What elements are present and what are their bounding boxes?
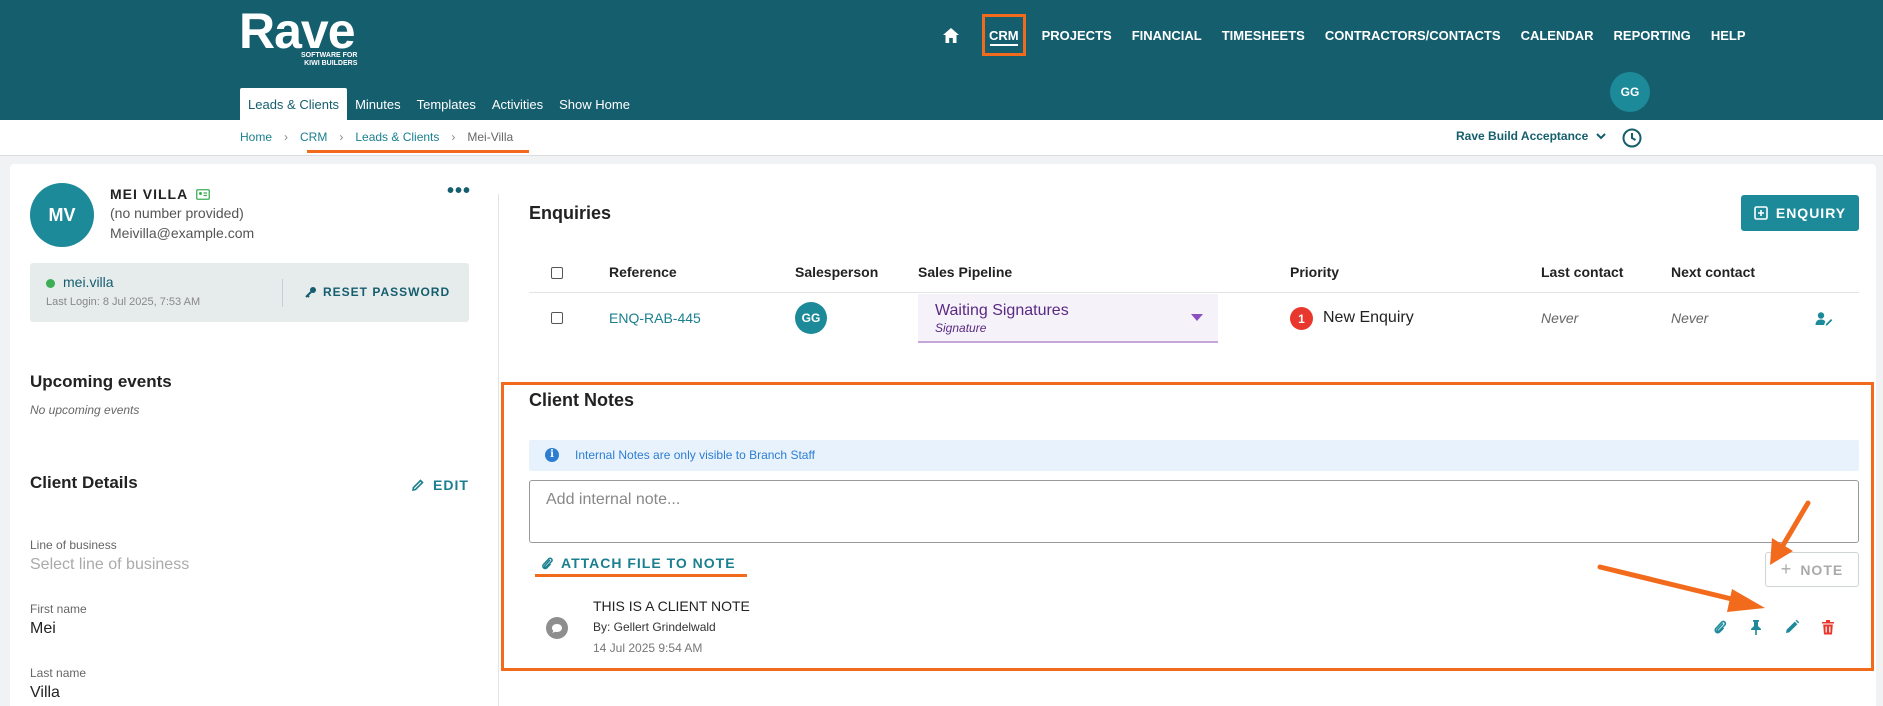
client-phone: (no number provided) (110, 205, 244, 221)
priority-badge: 1 (1290, 307, 1313, 330)
last-name-value: Villa (30, 684, 60, 701)
id-card-icon (196, 188, 211, 200)
sub-nav: Leads & Clients Minutes Templates Activi… (240, 88, 638, 120)
nav-financial[interactable]: FINANCIAL (1122, 14, 1212, 56)
breadcrumb: Home › CRM › Leads & Clients › Mei-Villa (240, 130, 513, 144)
col-reference[interactable]: Reference (609, 264, 677, 280)
attach-highlight (535, 574, 747, 577)
field-label-line-of-business: Line of business (30, 538, 117, 552)
priority-label: New Enquiry (1323, 309, 1414, 326)
user-avatar[interactable]: GG (1610, 72, 1650, 112)
row-checkbox[interactable] (551, 312, 563, 324)
login-info-box: mei.villa Last Login: 8 Jul 2025, 7:53 A… (30, 263, 469, 322)
client-username: mei.villa (63, 274, 114, 290)
company-selector[interactable]: Rave Build Acceptance (1456, 129, 1606, 143)
next-contact-value: Never (1671, 310, 1709, 326)
notes-info-banner: i Internal Notes are only visible to Bra… (529, 440, 1859, 471)
add-enquiry-button[interactable]: ENQUIRY (1741, 195, 1859, 231)
breadcrumb-crm[interactable]: CRM (300, 130, 327, 144)
select-all-checkbox[interactable] (551, 267, 563, 279)
subnav-leads-clients[interactable]: Leads & Clients (240, 88, 348, 120)
line-of-business-select[interactable]: Select line of business (30, 556, 189, 574)
last-contact-value: Never (1541, 310, 1579, 326)
client-notes-title: Client Notes (529, 390, 635, 410)
key-icon (305, 287, 316, 298)
attach-file-button[interactable]: ATTACH FILE TO NOTE (541, 555, 736, 571)
nav-projects[interactable]: PROJECTS (1032, 14, 1122, 56)
home-icon[interactable] (940, 24, 962, 46)
client-details-title: Client Details (30, 473, 138, 492)
subnav-activities[interactable]: Activities (484, 88, 551, 120)
edit-details-button[interactable]: EDIT (411, 477, 469, 493)
field-label-first-name: First name (30, 602, 87, 616)
pencil-icon (411, 479, 424, 492)
note-author: By: Gellert Grindelwald (593, 620, 716, 634)
comment-icon (546, 617, 568, 639)
rave-logo[interactable]: Rave SOFTWARE FOR KIWI BUILDERS (239, 6, 357, 67)
chevron-right-icon: › (451, 130, 456, 144)
nav-timesheets[interactable]: TIMESHEETS (1212, 14, 1315, 56)
history-clock-icon[interactable] (1621, 127, 1643, 149)
col-last-contact[interactable]: Last contact (1541, 264, 1623, 280)
annotation-arrows (1597, 500, 1811, 612)
upcoming-events-title: Upcoming events (30, 372, 172, 391)
main-nav: CRM PROJECTS FINANCIAL TIMESHEETS CONTRA… (940, 14, 1755, 56)
nav-contractors-contacts[interactable]: CONTRACTORS/CONTACTS (1315, 14, 1511, 56)
pipeline-substage: Signature (935, 321, 987, 335)
subnav-templates[interactable]: Templates (409, 88, 484, 120)
add-box-icon (1754, 206, 1768, 220)
nav-crm[interactable]: CRM (982, 14, 1026, 56)
online-status-dot (46, 279, 55, 288)
chevron-right-icon: › (339, 130, 344, 144)
col-next-contact[interactable]: Next contact (1671, 264, 1755, 280)
last-login: Last Login: 8 Jul 2025, 7:53 AM (46, 296, 201, 308)
sales-pipeline-select[interactable]: Waiting Signatures Signature (918, 294, 1218, 343)
client-name: MEI VILLA (110, 186, 211, 202)
subnav-show-home[interactable]: Show Home (551, 88, 638, 120)
col-sales-pipeline[interactable]: Sales Pipeline (918, 264, 1012, 280)
client-email: Meivilla@example.com (110, 225, 255, 241)
info-icon: i (545, 448, 559, 462)
col-salesperson[interactable]: Salesperson (795, 264, 878, 280)
reset-password-button[interactable]: RESET PASSWORD (305, 285, 450, 299)
top-header: Rave SOFTWARE FOR KIWI BUILDERS CRM PROJE… (0, 0, 1883, 120)
pipeline-value: Waiting Signatures (935, 302, 1069, 319)
field-label-last-name: Last name (30, 666, 87, 680)
note-date: 14 Jul 2025 9:54 AM (593, 641, 703, 655)
enquiry-reference-link[interactable]: ENQ-RAB-445 (609, 310, 701, 326)
caret-down-icon (1191, 314, 1203, 321)
breadcrumb-highlight (307, 150, 529, 153)
nav-calendar[interactable]: CALENDAR (1511, 14, 1604, 56)
salesperson-avatar: GG (795, 302, 827, 334)
upcoming-events-empty: No upcoming events (30, 403, 140, 417)
col-priority[interactable]: Priority (1290, 264, 1339, 280)
enquiries-title: Enquiries (529, 203, 612, 223)
assign-user-icon[interactable] (1815, 311, 1833, 327)
note-title: THIS IS A CLIENT NOTE (593, 598, 750, 614)
more-options-icon[interactable]: ••• (447, 180, 471, 203)
chevron-down-icon (1596, 132, 1606, 139)
company-name: Rave Build Acceptance (1456, 129, 1589, 143)
notes-info-text: Internal Notes are only visible to Branc… (575, 448, 815, 462)
paperclip-icon (542, 557, 553, 570)
breadcrumb-home[interactable]: Home (240, 130, 272, 144)
client-avatar: MV (30, 183, 94, 247)
nav-reporting[interactable]: REPORTING (1604, 14, 1701, 56)
breadcrumb-current: Mei-Villa (467, 130, 514, 144)
first-name-value: Mei (30, 620, 56, 637)
chevron-right-icon: › (284, 130, 289, 144)
panel-divider (498, 194, 499, 706)
breadcrumb-leads-clients[interactable]: Leads & Clients (355, 130, 439, 144)
nav-help[interactable]: HELP (1701, 14, 1756, 56)
subnav-minutes[interactable]: Minutes (347, 88, 409, 120)
